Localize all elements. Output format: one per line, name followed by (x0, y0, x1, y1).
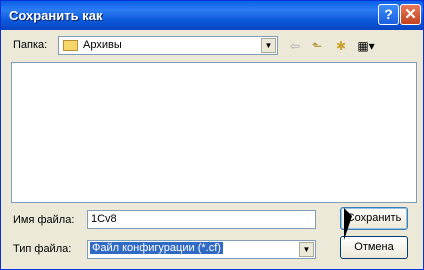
title-bar[interactable]: Сохранить как ? ✕ (1, 1, 423, 30)
back-icon[interactable]: ⇦ (285, 36, 305, 56)
save-as-dialog: Сохранить как ? ✕ Папка: Архивы ▼ ⇦ ⬑ ✱ … (0, 0, 424, 270)
filename-label: Имя файла: (13, 214, 75, 226)
folder-up-icon[interactable]: ⬑ (307, 36, 327, 56)
filename-value: 1Cv8 (91, 213, 117, 225)
help-button[interactable]: ? (378, 4, 399, 25)
file-list[interactable] (11, 62, 417, 203)
dialog-title: Сохранить как (9, 8, 103, 23)
chevron-down-icon[interactable]: ▼ (299, 242, 314, 257)
mouse-cursor-icon (344, 208, 352, 240)
filetype-label: Тип файла: (13, 243, 72, 255)
filetype-select[interactable]: Файл конфигурации (*.cf) ▼ (87, 240, 316, 259)
folder-value: Архивы (83, 39, 122, 51)
close-button[interactable]: ✕ (400, 4, 421, 25)
view-menu-icon[interactable]: ▦▾ (353, 36, 379, 56)
filename-input[interactable]: 1Cv8 (87, 210, 316, 229)
filetype-value: Файл конфигурации (*.cf) (90, 242, 223, 254)
folder-icon (63, 40, 78, 51)
folder-label: Папка: (13, 39, 48, 51)
new-folder-icon[interactable]: ✱ (331, 36, 351, 56)
chevron-down-icon[interactable]: ▼ (261, 38, 276, 53)
folder-select[interactable]: Архивы ▼ (58, 36, 278, 55)
